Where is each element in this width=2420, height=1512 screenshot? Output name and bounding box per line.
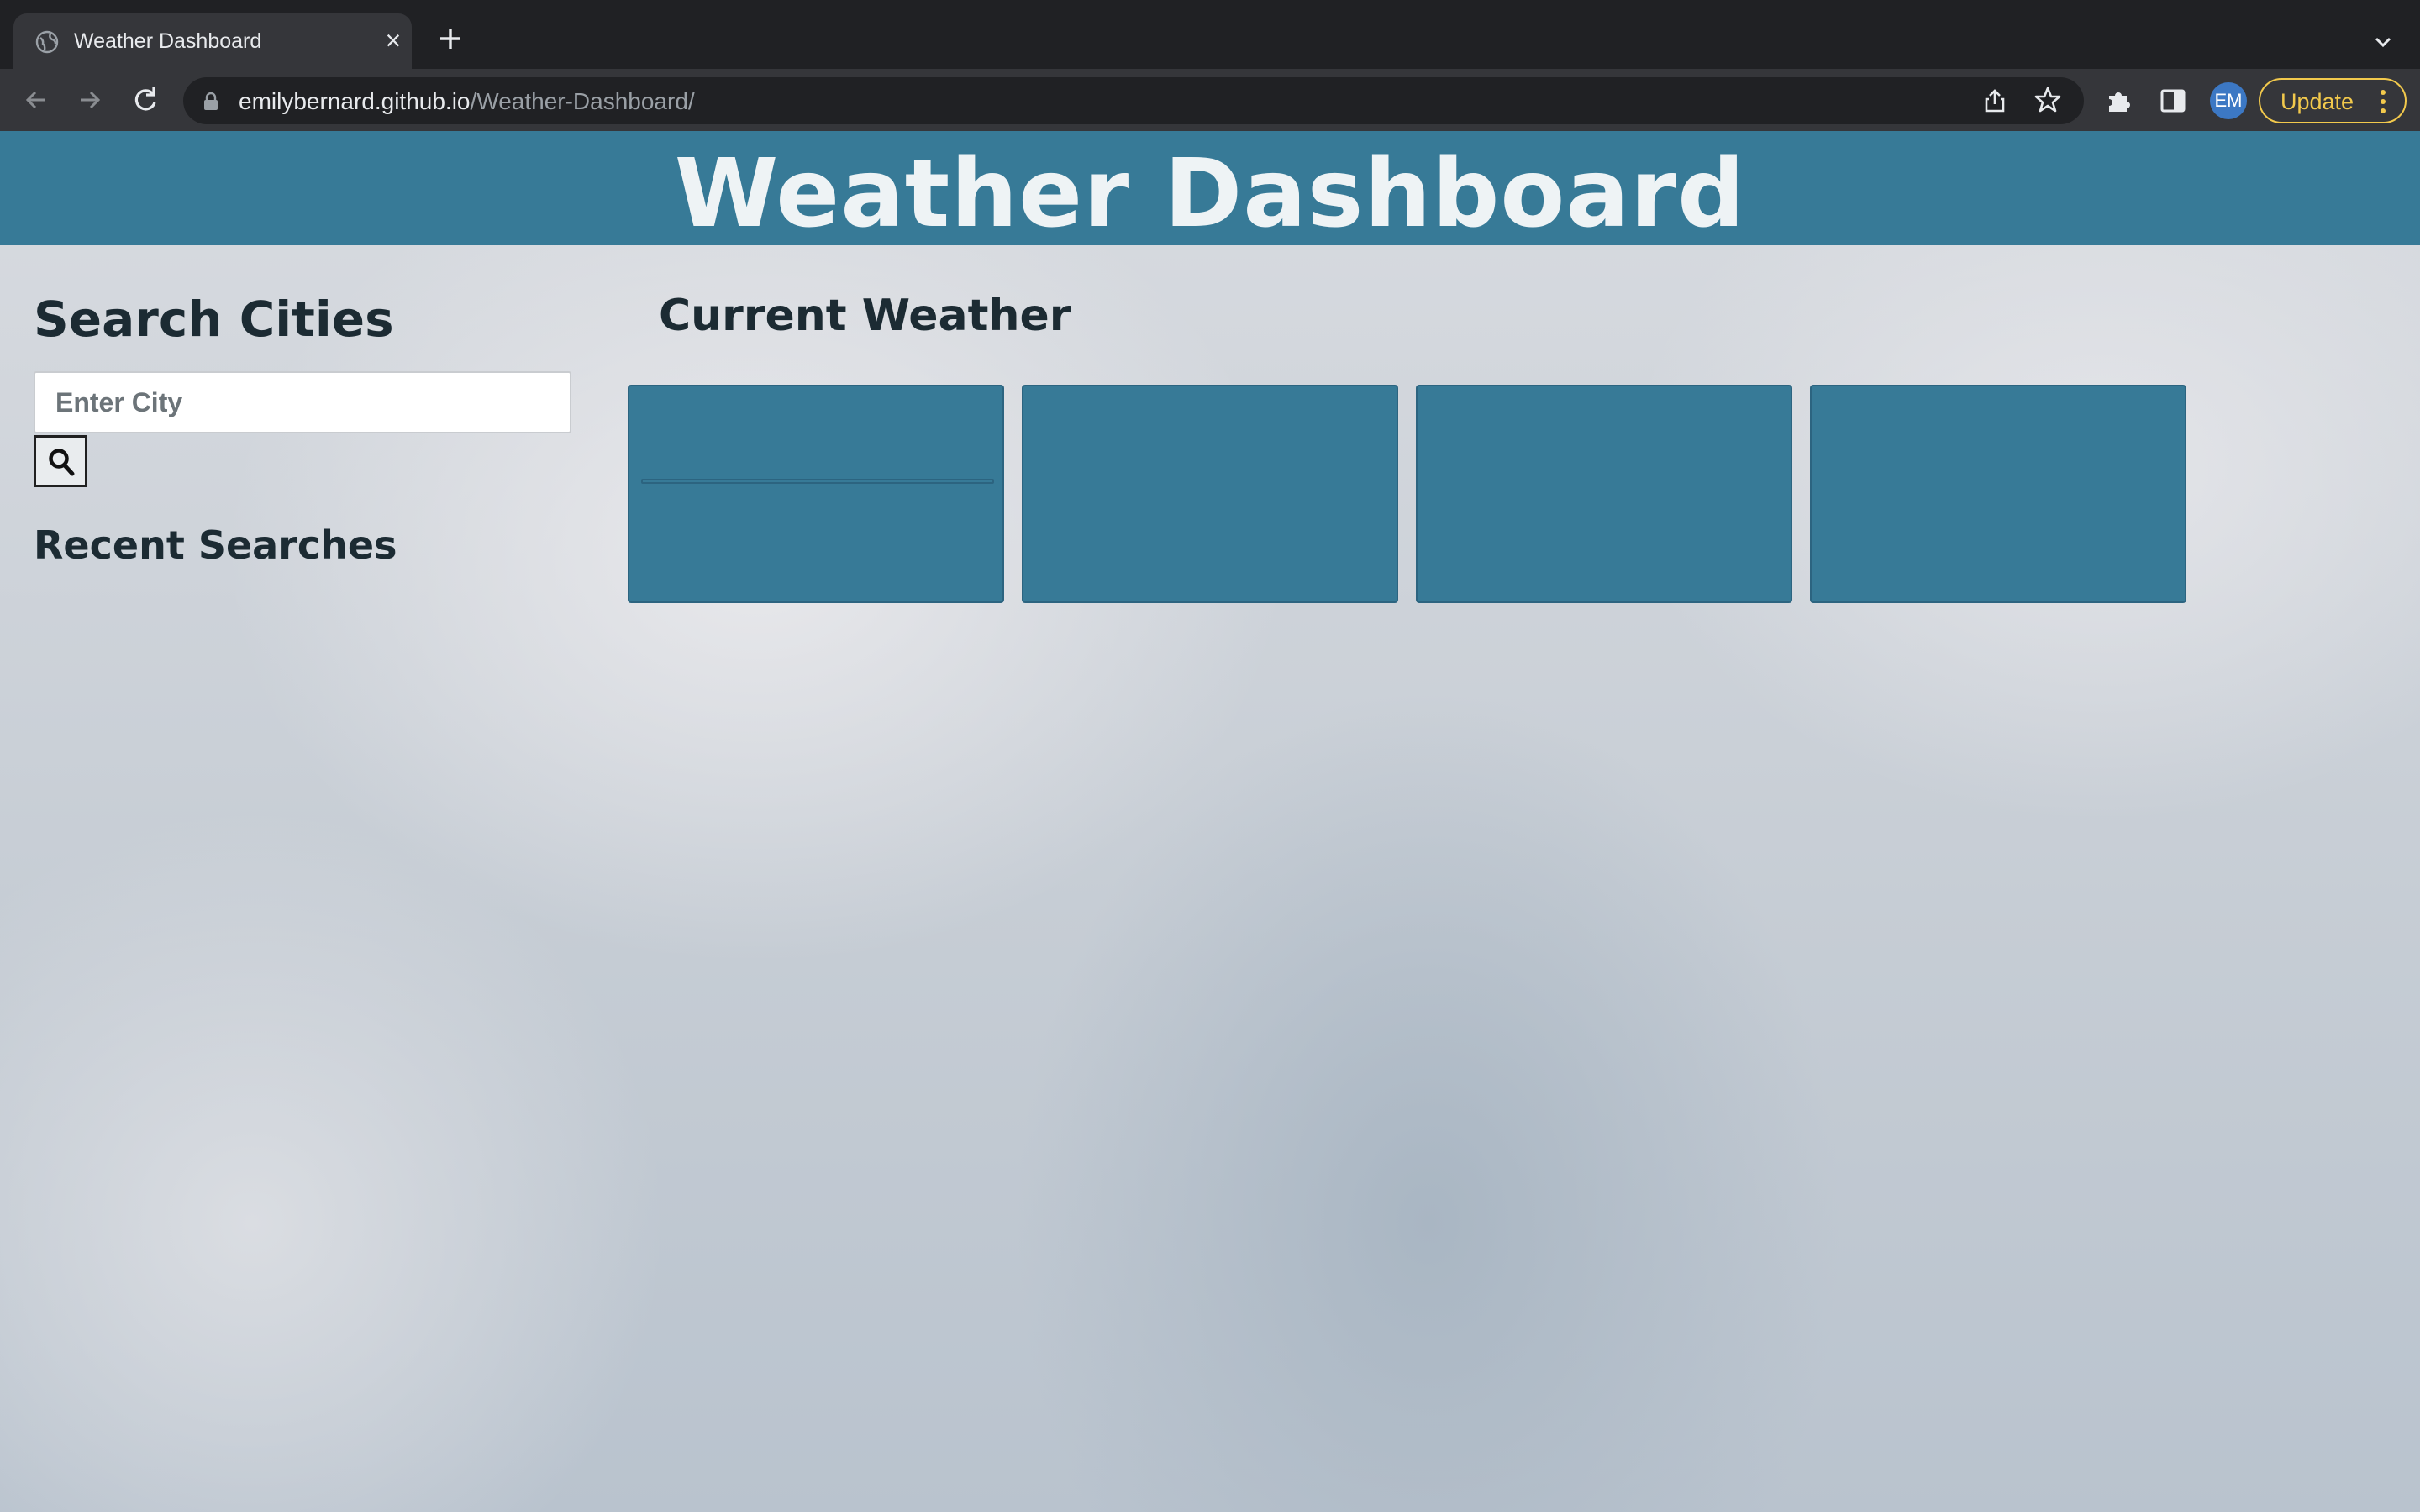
more-vert-icon[interactable] — [2380, 88, 2386, 115]
address-bar[interactable]: emilybernard.github.io/Weather-Dashboard… — [183, 77, 2084, 124]
weather-card — [1416, 385, 1792, 603]
globe-icon — [35, 30, 59, 54]
weather-card — [628, 385, 1004, 603]
card-divider — [641, 479, 994, 484]
back-arrow-icon[interactable] — [18, 82, 54, 118]
url-text[interactable]: emilybernard.github.io/Weather-Dashboard… — [239, 88, 695, 115]
weather-card — [1810, 385, 2186, 603]
search-button[interactable] — [34, 435, 87, 487]
side-panel-icon[interactable] — [2158, 86, 2188, 116]
update-button[interactable]: Update — [2259, 78, 2407, 123]
lock-icon[interactable] — [203, 92, 218, 111]
tab-title: Weather Dashboard — [74, 29, 262, 53]
forward-arrow-icon[interactable] — [72, 82, 108, 118]
current-weather-heading: Current Weather — [659, 291, 1071, 341]
update-label: Update — [2281, 89, 2354, 114]
page-header: Weather Dashboard — [0, 131, 2420, 249]
share-icon[interactable] — [1981, 87, 2008, 114]
chevron-down-icon[interactable] — [2370, 29, 2396, 55]
page-content: Weather Dashboard Search Cities Recent S… — [0, 131, 2420, 1512]
search-icon — [49, 449, 75, 476]
new-tab-icon[interactable] — [435, 24, 466, 54]
page-title: Weather Dashboard — [674, 139, 1746, 249]
extensions-puzzle-icon[interactable] — [2104, 86, 2134, 116]
tab-bar: Weather Dashboard × — [0, 0, 2420, 69]
tab-close-icon[interactable]: × — [378, 25, 408, 55]
recent-searches-heading: Recent Searches — [34, 522, 397, 568]
search-cities-heading: Search Cities — [34, 291, 394, 348]
profile-avatar[interactable]: EM — [2210, 82, 2247, 119]
browser-tab[interactable]: Weather Dashboard × — [13, 13, 412, 69]
bookmark-star-icon[interactable] — [2033, 86, 2062, 114]
reload-icon[interactable] — [128, 82, 163, 118]
browser-toolbar: emilybernard.github.io/Weather-Dashboard… — [0, 69, 2420, 131]
city-search-input[interactable] — [34, 371, 571, 433]
weather-card — [1022, 385, 1398, 603]
url-host: emilybernard.github.io — [239, 88, 471, 114]
url-path: /Weather-Dashboard/ — [470, 88, 695, 114]
